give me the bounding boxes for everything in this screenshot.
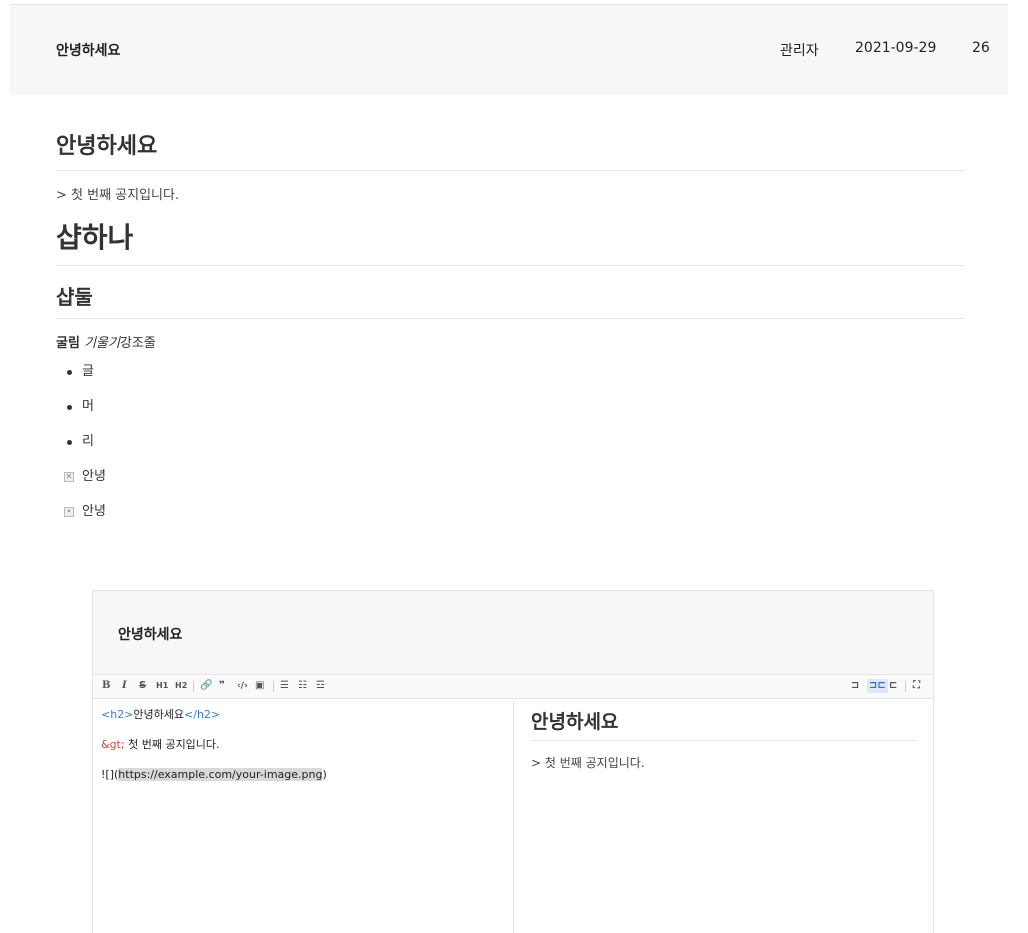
code-icon[interactable]: ‹/›: [237, 679, 248, 693]
post-views: 26: [972, 40, 990, 56]
bold-icon[interactable]: B: [102, 679, 110, 693]
task-item: ✕ 안녕: [56, 468, 964, 486]
source-text: 안녕하세요: [133, 708, 185, 721]
link-icon[interactable]: 🔗: [200, 679, 212, 693]
source-line: ![](https://example.com/your-image.png): [101, 768, 505, 782]
markdown-editor: 안녕하세요 B I S H1 H2 🔗 ❞ ‹/› ▣ ☰ ☷ ☲ ⊐ ⊐⊏ ⊏…: [92, 590, 934, 933]
preview-heading: 안녕하세요: [531, 708, 917, 741]
checkbox-checked-icon[interactable]: ✕: [64, 472, 74, 482]
quote-icon[interactable]: ❞: [219, 679, 225, 693]
rich-bold-text: 굴림: [56, 336, 80, 351]
list-item: 글: [56, 363, 964, 381]
list-item: 머: [56, 398, 964, 416]
image-icon[interactable]: ▣: [255, 679, 264, 693]
toolbar-divider: [905, 681, 906, 692]
task-label: 안녕: [82, 504, 106, 519]
preview-paragraph: > 첫 번째 공지입니다.: [531, 756, 645, 770]
fullscreen-icon[interactable]: ⛶: [913, 679, 920, 693]
toolbar-divider: [273, 681, 274, 692]
heading2-icon[interactable]: H2: [175, 679, 187, 693]
post-author: 관리자: [780, 43, 819, 59]
source-line: <h2>안녕하세요</h2>: [101, 708, 505, 722]
numbered-list-icon[interactable]: ☷: [298, 679, 307, 693]
toolbar-divider: [193, 681, 194, 692]
task-label: 안녕: [82, 469, 106, 484]
content-heading-h1: 샵하나: [56, 217, 964, 266]
post-date: 2021-09-29: [855, 40, 937, 56]
source-line: &gt; 첫 번째 공지입니다.: [101, 738, 505, 752]
content-heading-h2b: 샵둘: [56, 282, 964, 319]
content-quote-line: > 첫 번째 공지입니다.: [56, 188, 180, 203]
content-rich-text: 굴림 기울기강조줄: [56, 335, 964, 353]
task-list-icon[interactable]: ☲: [316, 679, 325, 693]
html-tag-open: <h2>: [101, 708, 134, 721]
editor-only-icon[interactable]: ⊐: [851, 679, 859, 693]
editor-title-bar: 안녕하세요: [93, 591, 933, 675]
task-item: • 안녕: [56, 503, 964, 521]
editor-body: <h2>안녕하세요</h2> &gt; 첫 번째 공지입니다. ![](http…: [93, 700, 933, 933]
source-text: ![](: [101, 768, 119, 781]
html-tag-close: </h2>: [184, 708, 221, 721]
strikethrough-icon[interactable]: S: [139, 679, 146, 693]
rich-italic-text: 기울기: [84, 336, 120, 351]
html-entity: &gt;: [101, 738, 125, 751]
source-url: https://example.com/your-image.png: [118, 768, 323, 781]
post-header: 안녕하세요 관리자 2021-09-29 26: [10, 5, 1008, 95]
source-text: 첫 번째 공지입니다.: [124, 738, 220, 751]
preview-pane: 안녕하세요 > 첫 번째 공지입니다.: [515, 700, 933, 933]
rich-rest-text: 강조줄: [119, 336, 156, 351]
heading1-icon[interactable]: H1: [156, 679, 168, 693]
post-title: 안녕하세요: [56, 43, 121, 59]
content-bullet-list: 글 머 리: [56, 363, 964, 451]
post-content: 안녕하세요 > 첫 번째 공지입니다. 샵하나 샵둘 굴림 기울기강조줄 글 머…: [56, 130, 964, 538]
checkbox-dot-icon[interactable]: •: [64, 507, 74, 517]
split-view-icon[interactable]: ⊐⊏: [867, 679, 888, 693]
source-text: ): [322, 768, 327, 781]
source-pane[interactable]: <h2>안녕하세요</h2> &gt; 첫 번째 공지입니다. ![](http…: [93, 700, 514, 933]
list-item: 리: [56, 433, 964, 451]
italic-icon[interactable]: I: [122, 679, 127, 693]
editor-title: 안녕하세요: [118, 627, 183, 643]
editor-toolbar: B I S H1 H2 🔗 ❞ ‹/› ▣ ☰ ☷ ☲ ⊐ ⊐⊏ ⊏ ⛶: [93, 675, 933, 699]
content-heading-h2: 안녕하세요: [56, 130, 964, 171]
bulleted-list-icon[interactable]: ☰: [280, 679, 289, 693]
preview-only-icon[interactable]: ⊏: [889, 679, 897, 693]
